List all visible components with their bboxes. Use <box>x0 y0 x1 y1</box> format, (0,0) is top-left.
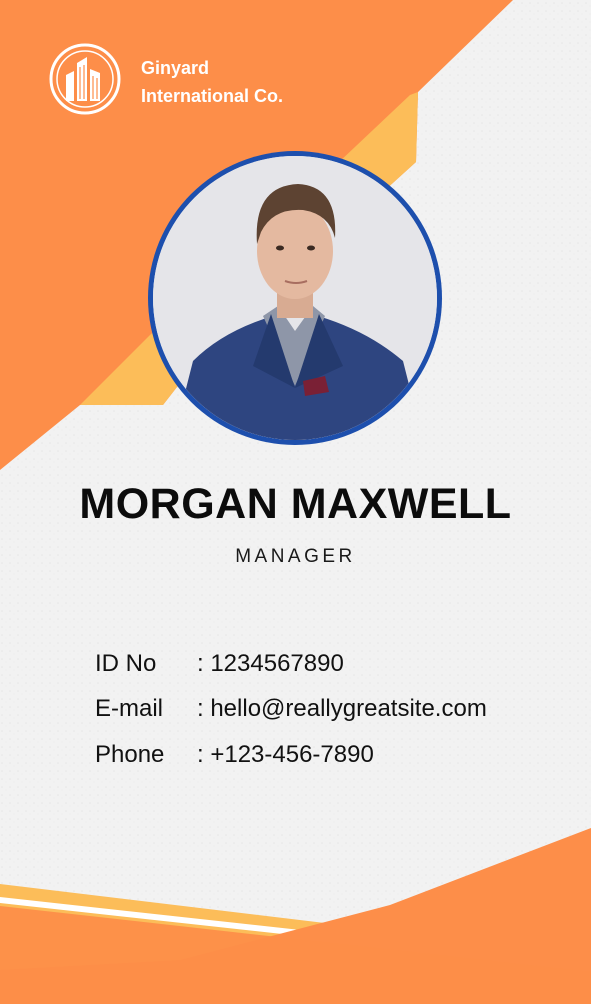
detail-label: E-mail <box>95 695 164 723</box>
detail-label: ID No <box>95 649 157 677</box>
person-name: MORGAN MAXWELL <box>79 480 512 528</box>
detail-value: : hello@reallygreatsite.com <box>197 695 487 723</box>
detail-value: : 1234567890 <box>197 649 344 677</box>
building-logo-icon <box>49 43 121 115</box>
photo-frame <box>148 151 442 445</box>
details-list: ID No : 1234567890 E-mail : hello@really… <box>95 641 555 778</box>
person-role: MANAGER <box>235 546 356 567</box>
detail-row-phone: Phone : +123-456-7890 <box>95 732 555 778</box>
detail-row-email: E-mail : hello@reallygreatsite.com <box>95 687 555 733</box>
company-name: Ginyard International Co. <box>141 54 283 110</box>
portrait-illustration <box>153 156 437 440</box>
detail-value: : +123-456-7890 <box>197 740 374 768</box>
detail-label: Phone <box>95 740 165 768</box>
id-card: Ginyard International Co. MORGAN MAXWELL… <box>0 0 591 1004</box>
portrait-photo <box>153 156 437 440</box>
company-name-line1: Ginyard <box>141 58 210 78</box>
company-name-line2: International Co. <box>141 86 284 106</box>
detail-row-id: ID No : 1234567890 <box>95 641 555 687</box>
